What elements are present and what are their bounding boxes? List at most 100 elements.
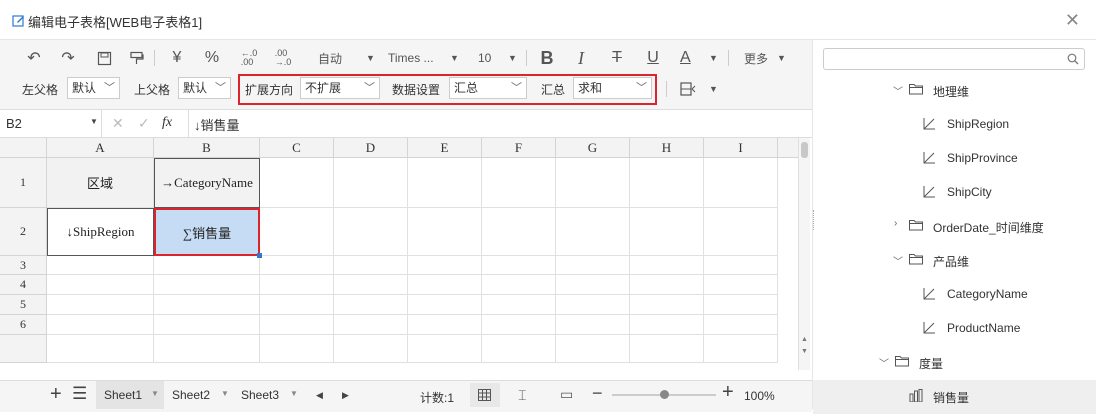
- zoom-in-icon[interactable]: +: [722, 381, 734, 404]
- scrollbar-thumb[interactable]: [801, 142, 808, 158]
- grid-cell[interactable]: [556, 158, 630, 208]
- column-header[interactable]: I: [704, 138, 778, 158]
- spreadsheet-grid[interactable]: A B C D E F G H I 1 2 3 4 5 6 区域 →Catego…: [0, 138, 812, 380]
- confirm-icon[interactable]: ✓: [138, 115, 150, 132]
- name-box[interactable]: B2 ▼: [0, 110, 102, 137]
- grid-cell[interactable]: [556, 315, 630, 335]
- search-box[interactable]: [823, 48, 1085, 70]
- grid-cell[interactable]: [630, 158, 704, 208]
- grid-cell[interactable]: [408, 335, 482, 363]
- grid-cell[interactable]: [260, 315, 334, 335]
- fill-handle[interactable]: [257, 253, 262, 258]
- tree-folder-measures[interactable]: ﹀ 度量: [813, 346, 1096, 380]
- tree-folder-orderdate[interactable]: › OrderDate_时间维度: [813, 210, 1096, 244]
- grid-cell[interactable]: [260, 275, 334, 295]
- grid-cell[interactable]: [334, 275, 408, 295]
- zoom-out-icon[interactable]: −: [592, 383, 603, 404]
- grid-cell[interactable]: [260, 256, 334, 275]
- grid-cell[interactable]: [408, 158, 482, 208]
- grid-cell[interactable]: [260, 208, 334, 256]
- decrease-decimal-icon[interactable]: .00 →.0: [270, 44, 296, 72]
- grid-cell[interactable]: [556, 335, 630, 363]
- strikethrough-icon[interactable]: T: [606, 44, 628, 72]
- grid-cell[interactable]: [154, 315, 260, 335]
- close-icon[interactable]: ✕: [1065, 10, 1080, 31]
- grid-cell[interactable]: [630, 295, 704, 315]
- row-header[interactable]: 1: [0, 158, 47, 208]
- tree-field-shipprovince[interactable]: ShipProvince: [813, 142, 1096, 176]
- row-header[interactable]: 2: [0, 208, 47, 256]
- grid-cell[interactable]: [704, 315, 778, 335]
- more-dropdown[interactable]: 更多 ▼: [744, 44, 790, 72]
- grid-cell[interactable]: [408, 256, 482, 275]
- grid-cell[interactable]: [556, 208, 630, 256]
- row-header[interactable]: 3: [0, 256, 47, 275]
- save-icon[interactable]: [92, 44, 116, 72]
- grid-cell[interactable]: [482, 208, 556, 256]
- font-size-dropdown[interactable]: 10 ▼: [478, 44, 520, 72]
- grid-cell[interactable]: [408, 315, 482, 335]
- row-header[interactable]: 4: [0, 275, 47, 295]
- grid-cell[interactable]: [47, 256, 154, 275]
- grid-cell[interactable]: [482, 158, 556, 208]
- grid-cell[interactable]: [630, 335, 704, 363]
- grid-cell[interactable]: [334, 335, 408, 363]
- format-painter-icon[interactable]: [124, 44, 148, 72]
- column-header[interactable]: A: [47, 138, 154, 158]
- scroll-down-icon[interactable]: ▼: [801, 348, 808, 355]
- chevron-down-icon[interactable]: ﹀: [893, 83, 903, 98]
- grid-cell[interactable]: [482, 275, 556, 295]
- font-family-dropdown[interactable]: Times ... ▼: [388, 44, 460, 72]
- grid-cell[interactable]: [334, 158, 408, 208]
- select-all-corner[interactable]: [0, 138, 47, 158]
- grid-cell[interactable]: [408, 208, 482, 256]
- grid-cell[interactable]: [556, 256, 630, 275]
- grid-cell[interactable]: [47, 315, 154, 335]
- column-header[interactable]: F: [482, 138, 556, 158]
- column-header[interactable]: H: [630, 138, 704, 158]
- function-icon[interactable]: fx: [162, 115, 172, 131]
- grid-cell[interactable]: [47, 275, 154, 295]
- grid-cell[interactable]: [556, 295, 630, 315]
- chevron-right-icon[interactable]: ›: [894, 218, 897, 229]
- grid-cell[interactable]: [556, 275, 630, 295]
- grid-cell[interactable]: [482, 315, 556, 335]
- formula-input[interactable]: ↓销售量: [194, 115, 240, 134]
- column-header[interactable]: E: [408, 138, 482, 158]
- grid-cell[interactable]: [482, 295, 556, 315]
- grid-cell[interactable]: [154, 256, 260, 275]
- grid-cell[interactable]: [47, 335, 154, 363]
- cell-A2[interactable]: ↓ShipRegion: [47, 208, 154, 256]
- currency-icon[interactable]: ¥: [166, 44, 188, 72]
- cell-A1[interactable]: 区域: [47, 158, 154, 208]
- grid-cell[interactable]: [408, 275, 482, 295]
- left-parent-select[interactable]: 默认 ﹀: [67, 77, 120, 99]
- grid-cell[interactable]: [334, 256, 408, 275]
- tree-field-categoryname[interactable]: CategoryName: [813, 278, 1096, 312]
- font-color-dropdown[interactable]: A ▼: [680, 44, 720, 72]
- column-header[interactable]: G: [556, 138, 630, 158]
- row-insert-dropdown[interactable]: ▼: [680, 76, 720, 102]
- grid-cell[interactable]: [47, 295, 154, 315]
- grid-cell[interactable]: [334, 295, 408, 315]
- grid-cell[interactable]: [482, 335, 556, 363]
- page-break-icon[interactable]: ▭: [560, 386, 573, 403]
- cell-B2[interactable]: ∑销售量: [154, 208, 260, 256]
- auto-format-dropdown[interactable]: 自动 ▼: [318, 44, 378, 72]
- tree-folder-geo[interactable]: ﹀ 地理维: [813, 74, 1096, 108]
- grid-cell[interactable]: [704, 208, 778, 256]
- search-input[interactable]: [828, 51, 1058, 67]
- grid-cell[interactable]: [260, 335, 334, 363]
- tree-field-shipregion[interactable]: ShipRegion: [813, 108, 1096, 142]
- cell-B1[interactable]: →CategoryName: [154, 158, 260, 208]
- row-header[interactable]: 5: [0, 295, 47, 315]
- bold-icon[interactable]: B: [536, 44, 558, 72]
- column-header[interactable]: C: [260, 138, 334, 158]
- tree-field-productname[interactable]: ProductName: [813, 312, 1096, 346]
- zoom-slider-thumb[interactable]: [660, 390, 669, 399]
- column-header[interactable]: D: [334, 138, 408, 158]
- scroll-up-icon[interactable]: ▲: [801, 336, 808, 343]
- tree-field-shipcity[interactable]: ShipCity: [813, 176, 1096, 210]
- grid-cell[interactable]: [630, 315, 704, 335]
- normal-view-button[interactable]: [470, 383, 500, 407]
